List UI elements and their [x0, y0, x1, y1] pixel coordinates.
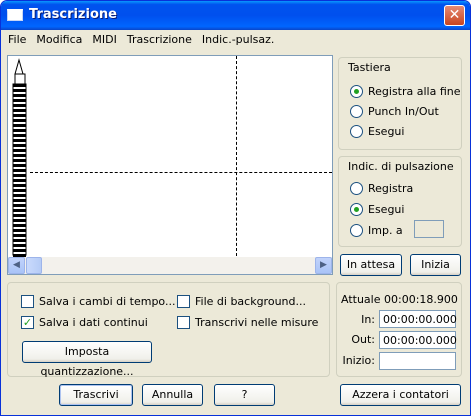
scrollbar-thumb[interactable]: [26, 257, 42, 274]
tastiera-group: Tastiera Registra alla fine Punch In/Out…: [338, 57, 462, 150]
piano-keyboard-icon: [12, 58, 27, 257]
checkbox-salva-dati-continui[interactable]: ✓ Salva i dati continui: [21, 314, 148, 330]
playhead-vertical-line: [236, 56, 237, 256]
arrow-left-icon[interactable]: ◀: [8, 257, 25, 274]
close-icon: ✕: [448, 7, 461, 23]
options-group: Salva i cambi di tempo... File di backgr…: [7, 282, 330, 378]
imposta-quantizzazione-button[interactable]: Imposta quantizzazione...: [22, 341, 152, 378]
radio-registra-alla-fine[interactable]: Registra alla fine: [350, 83, 461, 99]
checkbox-label: Transcrivi nelle misure: [195, 315, 319, 329]
out-label: Out:: [351, 333, 375, 346]
inizia-button[interactable]: Inizia: [410, 254, 461, 276]
checkbox-transcrivi-misure[interactable]: Transcrivi nelle misure: [177, 314, 318, 330]
pulsazione-title: Indic. di pulsazione: [348, 160, 454, 173]
arrow-right-icon[interactable]: ▶: [315, 257, 332, 274]
window-title: Trascrizione: [29, 7, 117, 22]
checkbox-label: Salva i dati continui: [39, 315, 148, 329]
playhead-horizontal-line: [30, 172, 332, 173]
trascrivi-button[interactable]: Trascrivi: [59, 384, 133, 406]
pulsazione-group: Indic. di pulsazione Registra Esegui Imp…: [338, 156, 462, 247]
menu-file[interactable]: File: [3, 30, 31, 49]
tastiera-title: Tastiera: [348, 61, 391, 74]
checkbox-label: Salva i cambi di tempo...: [39, 294, 176, 308]
radio-esegui-pulsazione[interactable]: Esegui: [350, 201, 404, 217]
title-bar[interactable]: Trascrizione ✕: [1, 1, 470, 30]
menu-midi[interactable]: MIDI: [87, 30, 121, 49]
checkbox-icon[interactable]: [177, 294, 190, 308]
checkbox-file-background[interactable]: File di background...: [177, 293, 306, 309]
radio-icon[interactable]: [350, 104, 363, 118]
help-button[interactable]: ?: [214, 384, 275, 406]
piano-roll-view[interactable]: ◀ ▶: [7, 55, 333, 275]
radio-icon[interactable]: [350, 124, 363, 138]
radio-label: Registra: [368, 181, 414, 195]
radio-esegui-tastiera[interactable]: Esegui: [350, 123, 404, 139]
window-icon: [7, 9, 23, 21]
radio-icon[interactable]: [350, 202, 363, 216]
azzera-contatori-button[interactable]: Azzera i contatori: [340, 384, 461, 406]
out-field[interactable]: 00:00:00.000: [379, 331, 457, 349]
attuale-value: 00:00:18.900: [384, 293, 458, 306]
radio-icon[interactable]: [350, 223, 363, 237]
checkbox-salva-cambi-tempo[interactable]: Salva i cambi di tempo...: [21, 293, 175, 309]
radio-label: Esegui: [368, 124, 405, 138]
attuale-label: Attuale: [341, 293, 381, 306]
menu-bar: File Modifica MIDI Trascrizione Indic.-p…: [1, 30, 470, 49]
radio-label: Imp. a: [368, 223, 403, 237]
inizio-label: Inizio:: [342, 354, 375, 367]
radio-registra[interactable]: Registra: [350, 180, 413, 196]
radio-label: Punch In/Out: [368, 104, 439, 118]
radio-label: Registra alla fine: [368, 84, 461, 98]
counters-group: Attuale 00:00:18.900 In: 00:00:00.000 Ou…: [336, 282, 462, 377]
radio-imp-a[interactable]: Imp. a: [350, 222, 403, 238]
imp-a-value-box[interactable]: [414, 220, 444, 238]
radio-icon[interactable]: [350, 181, 363, 195]
radio-punch-in-out[interactable]: Punch In/Out: [350, 103, 439, 119]
in-label: In:: [361, 313, 375, 326]
in-attesa-button[interactable]: In attesa: [340, 254, 402, 276]
checkbox-icon[interactable]: [177, 315, 190, 329]
checkbox-icon[interactable]: [21, 294, 34, 308]
radio-icon[interactable]: [350, 84, 363, 98]
transcription-dialog: Trascrizione ✕ File Modifica MIDI Trascr…: [0, 0, 471, 416]
close-button[interactable]: ✕: [444, 5, 465, 26]
horizontal-scrollbar[interactable]: ◀ ▶: [8, 257, 332, 274]
menu-modifica[interactable]: Modifica: [31, 30, 87, 49]
checkbox-icon[interactable]: ✓: [21, 315, 34, 329]
in-field[interactable]: 00:00:00.000: [379, 310, 457, 328]
menu-indic-pulsaz[interactable]: Indic.-pulsaz.: [197, 30, 280, 49]
annulla-button[interactable]: Annulla: [142, 384, 203, 406]
menu-trascrizione[interactable]: Trascrizione: [122, 30, 197, 49]
inizio-field[interactable]: [379, 352, 456, 370]
checkbox-label: File di background...: [195, 294, 306, 308]
radio-label: Esegui: [368, 202, 405, 216]
